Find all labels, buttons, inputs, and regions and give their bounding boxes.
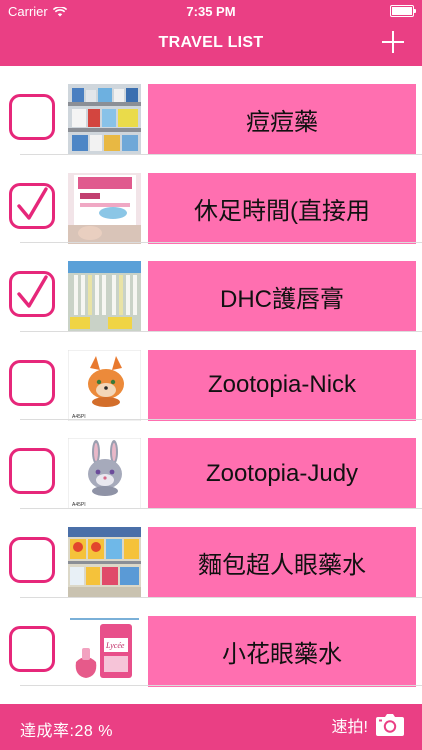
item-label-button[interactable]: 麵包超人眼藥水 [148,526,416,598]
fox-plush-image: A45PI [68,349,141,421]
lycee-eyedrop-image: Lycée [68,615,141,687]
checkbox[interactable] [9,536,55,583]
drugstore-shelf-image [68,84,141,155]
add-item-button[interactable] [382,31,404,53]
checkbox[interactable] [9,271,55,318]
checkmark-icon [17,186,48,220]
item-label-button[interactable]: Zootopia-Judy [148,438,416,510]
status-bar: Carrier 7:35 PM [0,0,422,22]
item-label-button[interactable]: 痘痘藥 [148,84,416,155]
list-item: 麵包超人眼藥水 [0,509,422,598]
quick-snap-button[interactable]: 速拍! [332,713,404,737]
list-item: 痘痘藥 [0,66,422,155]
item-label-button[interactable]: Zootopia-Nick [148,349,416,421]
checkbox[interactable] [9,94,55,140]
page-title: TRAVEL LIST [158,34,264,51]
item-thumbnail [68,172,141,244]
svg-text:Lycée: Lycée [105,641,125,650]
battery-icon [390,5,416,17]
item-thumbnail [68,526,141,598]
item-thumbnail [68,84,141,155]
foot-patch-box-image [68,172,141,244]
item-thumbnail: A45PI [68,438,141,510]
checkbox[interactable] [9,359,55,406]
camera-icon [376,714,404,736]
item-label-button[interactable]: DHC護唇膏 [148,261,416,333]
list-item: Lycée 小花眼藥水 [0,598,422,687]
bottom-toolbar: 達成率:28 % 速拍! [0,704,422,750]
item-label-button[interactable]: 小花眼藥水 [148,615,416,687]
list-item: 休足時間(直接用 [0,155,422,244]
checkbox[interactable] [9,448,55,495]
item-label-button[interactable]: 休足時間(直接用 [148,172,416,244]
checkmark-icon [17,275,48,308]
svg-text:A45PI: A45PI [72,414,86,420]
checkbox[interactable] [9,625,55,672]
checkbox[interactable] [9,182,55,229]
travel-list: 痘痘藥 休足時間(直接用 DHC護唇膏 A45PI Zootopia-Nick … [0,66,422,704]
bunny-plush-image: A45PI [68,438,141,510]
quick-snap-label: 速拍! [331,719,368,736]
lip-balm-shelf-image [68,261,141,333]
list-item: A45PI Zootopia-Judy [0,420,422,510]
list-item: A45PI Zootopia-Nick [0,332,422,421]
nav-bar: Carrier 7:35 PM TRAVEL LIST [0,0,422,66]
status-time: 7:35 PM [186,4,236,19]
svg-text:A45PI: A45PI [72,502,86,508]
progress-text: 達成率:28 % [20,723,113,740]
list-item: DHC護唇膏 [0,243,422,333]
item-thumbnail: A45PI [68,349,141,421]
eyedrop-shelf-image [68,526,141,598]
item-thumbnail: Lycée [68,615,141,687]
item-thumbnail [68,261,141,333]
